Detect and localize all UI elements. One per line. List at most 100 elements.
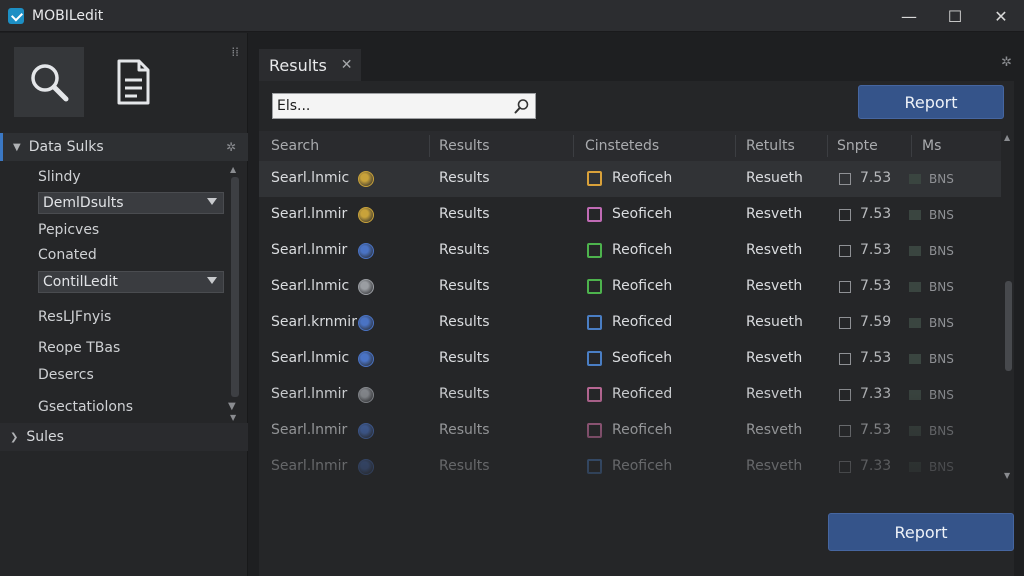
search-icon[interactable] bbox=[514, 98, 530, 114]
cell-results: Results bbox=[439, 278, 490, 294]
table-row[interactable]: Searl.lnmir Results Reoficed Resveth 7.33 BNS bbox=[259, 377, 1001, 413]
mini-bar-icon bbox=[909, 354, 921, 364]
column-header[interactable]: Snpte bbox=[837, 138, 878, 154]
scroll-up-icon[interactable]: ▲ bbox=[1004, 133, 1010, 142]
sidebar-scrollbar[interactable]: ▲ ▼ bbox=[229, 163, 241, 425]
scroll-down-icon[interactable]: ▼ bbox=[1004, 471, 1010, 480]
sidebar-item-conated[interactable]: Conated bbox=[38, 247, 97, 263]
maximize-button[interactable]: ☐ bbox=[932, 0, 978, 32]
cell-ms: BNS bbox=[929, 208, 954, 222]
cell-retults: Resveth bbox=[746, 386, 803, 402]
scroll-up-icon[interactable]: ▲ bbox=[230, 165, 236, 174]
cell-snpte: 7.53 bbox=[860, 350, 892, 366]
table-row[interactable]: Searl.krnmir Results Reoficed Resueth 7.59 BN… bbox=[259, 305, 1001, 341]
cell-ms: BNS bbox=[929, 244, 954, 258]
tab-results[interactable]: Results ✕ bbox=[259, 49, 361, 81]
pin-icon[interactable]: ✲ bbox=[1001, 55, 1012, 70]
search-input[interactable]: Els... bbox=[272, 93, 536, 119]
status-icon bbox=[358, 387, 374, 403]
sidebar-item-reope-tbas[interactable]: Reope TBas bbox=[38, 340, 120, 356]
pin-icon[interactable]: ✲ bbox=[226, 140, 236, 154]
cell-snpte: 7.33 bbox=[860, 458, 892, 474]
cell-contacts: Reoficeh bbox=[612, 458, 673, 474]
scroll-thumb[interactable] bbox=[1005, 281, 1012, 371]
row-checkbox[interactable] bbox=[839, 281, 851, 293]
cell-search: Searl.lnmir bbox=[271, 458, 348, 474]
row-checkbox[interactable] bbox=[839, 245, 851, 257]
cell-search: Searl.lnmir bbox=[271, 386, 348, 402]
sidebar-item-gsectatiolons[interactable]: Gsectatiolons bbox=[38, 399, 133, 415]
cell-contacts: Seoficeh bbox=[612, 206, 673, 222]
column-header[interactable]: Ms bbox=[922, 138, 941, 154]
table-row[interactable]: Searl.lnmir Results Seoficeh Resveth 7.53 BNS bbox=[259, 197, 1001, 233]
sidebar-select-demldsults[interactable]: DemlDsults bbox=[38, 192, 224, 214]
sidebar-item-slindy[interactable]: Slindy bbox=[38, 169, 81, 185]
mini-bar-icon bbox=[909, 462, 921, 472]
sidebar-item-pepicves[interactable]: Pepicves bbox=[38, 222, 99, 238]
cell-results: Results bbox=[439, 350, 490, 366]
scroll-thumb[interactable] bbox=[231, 177, 239, 397]
title-bar: MOBILedit — ☐ ✕ bbox=[0, 0, 1024, 32]
cell-search: Searl.lnmic bbox=[271, 350, 350, 366]
report-button-bottom[interactable]: Report bbox=[828, 513, 1014, 551]
row-checkbox[interactable] bbox=[839, 389, 851, 401]
main-panel: Results ✕ ✲ Els... Report Search Results… bbox=[249, 33, 1024, 576]
scroll-down-icon[interactable]: ▼ bbox=[230, 413, 236, 422]
mini-bar-icon bbox=[909, 174, 921, 184]
category-square-icon bbox=[587, 351, 602, 366]
row-checkbox[interactable] bbox=[839, 353, 851, 365]
cell-ms: BNS bbox=[929, 424, 954, 438]
cell-results: Results bbox=[439, 314, 490, 330]
table-row[interactable]: Searl.lnmir Results Reoficeh Resveth 7.53 BNS bbox=[259, 413, 1001, 449]
category-square-icon bbox=[587, 387, 602, 402]
table-row[interactable]: Searl.lnmic Results Seoficeh Resveth 7.53 BNS bbox=[259, 341, 1001, 377]
results-table: Search Results Cinsteteds Retults Snpte … bbox=[259, 131, 1014, 503]
column-header[interactable]: Retults bbox=[746, 138, 795, 154]
cell-search: Searl.lnmir bbox=[271, 206, 348, 222]
cell-snpte: 7.53 bbox=[860, 422, 892, 438]
cell-ms: BNS bbox=[929, 280, 954, 294]
caret-down-icon: ▼ bbox=[13, 141, 21, 153]
column-header[interactable]: Cinsteteds bbox=[585, 138, 659, 154]
table-row[interactable]: Searl.lnmir Results Reoficeh Resveth 7.33 BNS bbox=[259, 449, 1001, 485]
sidebar-item-resljfnyis[interactable]: ResLJFnyis bbox=[38, 309, 111, 325]
select-value: DemlDsults bbox=[43, 195, 124, 211]
row-checkbox[interactable] bbox=[839, 209, 851, 221]
second-section-header[interactable]: ❯ Sules bbox=[0, 423, 248, 451]
app-title: MOBILedit bbox=[32, 7, 104, 24]
sidebar-item-desercs[interactable]: Desercs bbox=[38, 367, 94, 383]
search-icon bbox=[31, 64, 69, 102]
table-scrollbar[interactable]: ▲ ▼ bbox=[1003, 131, 1014, 503]
report-button-top[interactable]: Report bbox=[858, 85, 1004, 119]
table-header: Search Results Cinsteteds Retults Snpte … bbox=[259, 131, 1001, 161]
status-icon bbox=[358, 315, 374, 331]
cell-search: Searl.lnmic bbox=[271, 170, 350, 186]
row-checkbox[interactable] bbox=[839, 461, 851, 473]
row-checkbox[interactable] bbox=[839, 173, 851, 185]
cell-results: Results bbox=[439, 458, 490, 474]
cell-results: Results bbox=[439, 242, 490, 258]
sidebar-select-contilledit[interactable]: ContilLedit bbox=[38, 271, 224, 293]
results-content: Els... Report Search Results Cinsteteds … bbox=[259, 81, 1014, 576]
status-icon bbox=[358, 243, 374, 259]
cell-snpte: 7.53 bbox=[860, 170, 892, 186]
status-icon bbox=[358, 459, 374, 475]
row-checkbox[interactable] bbox=[839, 425, 851, 437]
window-controls: — ☐ ✕ bbox=[886, 0, 1024, 32]
column-header[interactable]: Search bbox=[271, 138, 319, 154]
cell-search: Searl.lnmir bbox=[271, 422, 348, 438]
document-tool-button[interactable] bbox=[98, 47, 168, 117]
caret-right-icon: ❯ bbox=[10, 431, 19, 443]
data-section-header[interactable]: ▼ Data Sulks ✲ bbox=[0, 133, 248, 161]
table-row[interactable]: Searl.lnmir Results Reoficeh Resveth 7.53 BNS bbox=[259, 233, 1001, 269]
table-row[interactable]: Searl.lnmic Results Reoficeh Resueth 7.53 BNS bbox=[259, 161, 1001, 197]
close-icon[interactable]: ✕ bbox=[341, 57, 353, 73]
search-tool-button[interactable] bbox=[14, 47, 84, 117]
row-checkbox[interactable] bbox=[839, 317, 851, 329]
select-value: ContilLedit bbox=[43, 274, 118, 290]
table-row[interactable]: Searl.lnmic Results Reoficeh Resveth 7.53 BNS bbox=[259, 269, 1001, 305]
close-button[interactable]: ✕ bbox=[978, 0, 1024, 32]
column-header[interactable]: Results bbox=[439, 138, 490, 154]
minimize-button[interactable]: — bbox=[886, 0, 932, 32]
category-square-icon bbox=[587, 315, 602, 330]
